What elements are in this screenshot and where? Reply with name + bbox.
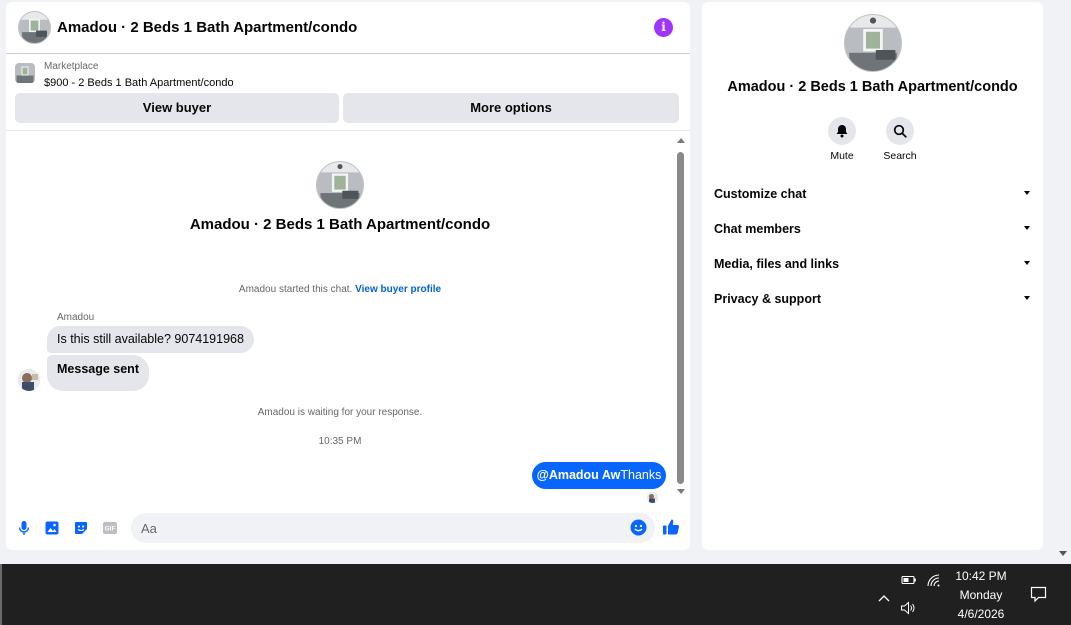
conversation-avatar[interactable]	[18, 11, 51, 44]
clock-date: 4/6/2026	[957, 607, 1005, 621]
info-title: Amadou · 2 Beds 1 Bath Apartment/condo	[727, 79, 1018, 95]
thread-scrollbar[interactable]	[676, 138, 685, 496]
info-avatar[interactable]	[844, 14, 902, 72]
chevron-down-icon	[1024, 226, 1030, 230]
clock-day: Monday	[959, 588, 1003, 602]
chat-started-notice: Amadou started this chat. View buyer pro…	[6, 284, 674, 295]
search-label: Search	[883, 150, 917, 162]
gif-label: GIF	[105, 526, 116, 533]
more-options-button[interactable]: More options	[343, 93, 679, 123]
chevron-up-icon[interactable]	[877, 590, 891, 602]
sender-avatar[interactable]	[18, 369, 40, 391]
apartment-photo-icon	[317, 162, 363, 208]
sender-name: Amadou	[57, 312, 95, 323]
notification-icon[interactable]	[1030, 586, 1047, 603]
scroll-down-arrow-icon[interactable]	[677, 489, 685, 494]
message-input[interactable]	[131, 513, 655, 543]
menu-label: Customize chat	[714, 187, 807, 201]
gif-icon[interactable]: GIF	[102, 520, 118, 536]
taskbar-edge	[0, 564, 2, 625]
chevron-down-icon	[1024, 296, 1030, 300]
outgoing-text: Thanks	[620, 468, 662, 482]
outgoing-message[interactable]: @Amadou AwThanks	[532, 462, 666, 489]
message-composer: GIF	[6, 507, 690, 550]
apartment-photo-icon	[15, 63, 35, 83]
user-photo-icon	[18, 369, 40, 391]
battery-icon[interactable]	[901, 573, 917, 587]
mute-label: Mute	[830, 150, 854, 162]
page-scroll-down-arrow-icon[interactable]	[1059, 551, 1067, 556]
windows-taskbar: 10:42 PM Monday 4/6/2026	[0, 564, 1071, 625]
apartment-photo-icon	[19, 12, 50, 43]
user-photo-icon	[647, 492, 658, 503]
media-files-links-item[interactable]: Media, files and links	[714, 254, 1030, 274]
search-icon	[893, 124, 907, 138]
incoming-message[interactable]: Is this still available? 9074191968	[47, 326, 254, 353]
customize-chat-item[interactable]: Customize chat	[714, 184, 1030, 204]
menu-label: Chat members	[714, 222, 801, 236]
thread-title: Amadou · 2 Beds 1 Bath Apartment/condo	[189, 216, 491, 233]
message-timestamp: 10:35 PM	[318, 436, 362, 447]
chat-members-item[interactable]: Chat members	[714, 219, 1030, 239]
chevron-down-icon	[1024, 261, 1030, 265]
apartment-photo-icon	[845, 15, 901, 71]
chat-header: Amadou · 2 Beds 1 Bath Apartment/condo i	[6, 2, 690, 54]
view-buyer-button[interactable]: View buyer	[15, 93, 339, 123]
mention[interactable]: @Amadou Aw	[537, 468, 621, 482]
marketplace-listing: Marketplace $900 - 2 Beds 1 Bath Apartme…	[6, 55, 690, 131]
thumbs-up-icon[interactable]	[662, 518, 680, 536]
marketplace-label: Marketplace	[44, 61, 99, 72]
chat-started-text: Amadou started this chat.	[238, 284, 353, 295]
bell-icon	[836, 125, 848, 138]
search-button[interactable]: Search	[875, 117, 925, 162]
view-buyer-profile-link[interactable]: View buyer profile	[355, 284, 441, 295]
listing-price-title[interactable]: $900 - 2 Beds 1 Bath Apartment/condo	[44, 77, 234, 89]
thread-avatar	[316, 161, 364, 209]
scroll-up-arrow-icon[interactable]	[677, 138, 685, 143]
chat-panel: Amadou · 2 Beds 1 Bath Apartment/condo i…	[6, 2, 690, 550]
waiting-notice: Amadou is waiting for your response.	[257, 407, 423, 418]
incoming-message[interactable]: Message sent	[47, 355, 149, 391]
microphone-icon[interactable]	[16, 520, 32, 536]
chevron-down-icon	[1024, 191, 1030, 195]
privacy-support-item[interactable]: Privacy & support	[714, 289, 1030, 309]
chat-info-panel: Amadou · 2 Beds 1 Bath Apartment/condo M…	[702, 2, 1043, 550]
clock-time: 10:42 PM	[955, 569, 1007, 583]
mute-button[interactable]: Mute	[817, 117, 867, 162]
wifi-icon[interactable]	[926, 573, 942, 587]
volume-icon[interactable]	[900, 601, 916, 615]
listing-thumbnail[interactable]	[15, 63, 35, 83]
menu-label: Privacy & support	[714, 292, 821, 306]
seen-indicator-avatar	[647, 492, 658, 503]
menu-label: Media, files and links	[714, 257, 840, 271]
message-thread: Amadou · 2 Beds 1 Bath Apartment/condo A…	[6, 132, 690, 504]
info-icon[interactable]: i	[654, 18, 673, 37]
system-clock[interactable]: 10:42 PM Monday 4/6/2026	[948, 567, 1014, 624]
divider	[6, 130, 690, 131]
sticker-icon[interactable]	[73, 520, 89, 536]
image-icon[interactable]	[44, 520, 60, 536]
search-action-circle[interactable]	[886, 117, 914, 145]
emoji-icon[interactable]	[630, 519, 647, 536]
mute-action-circle[interactable]	[828, 117, 856, 145]
chat-title[interactable]: Amadou · 2 Beds 1 Bath Apartment/condo	[57, 19, 357, 36]
scroll-thumb[interactable]	[677, 152, 684, 484]
